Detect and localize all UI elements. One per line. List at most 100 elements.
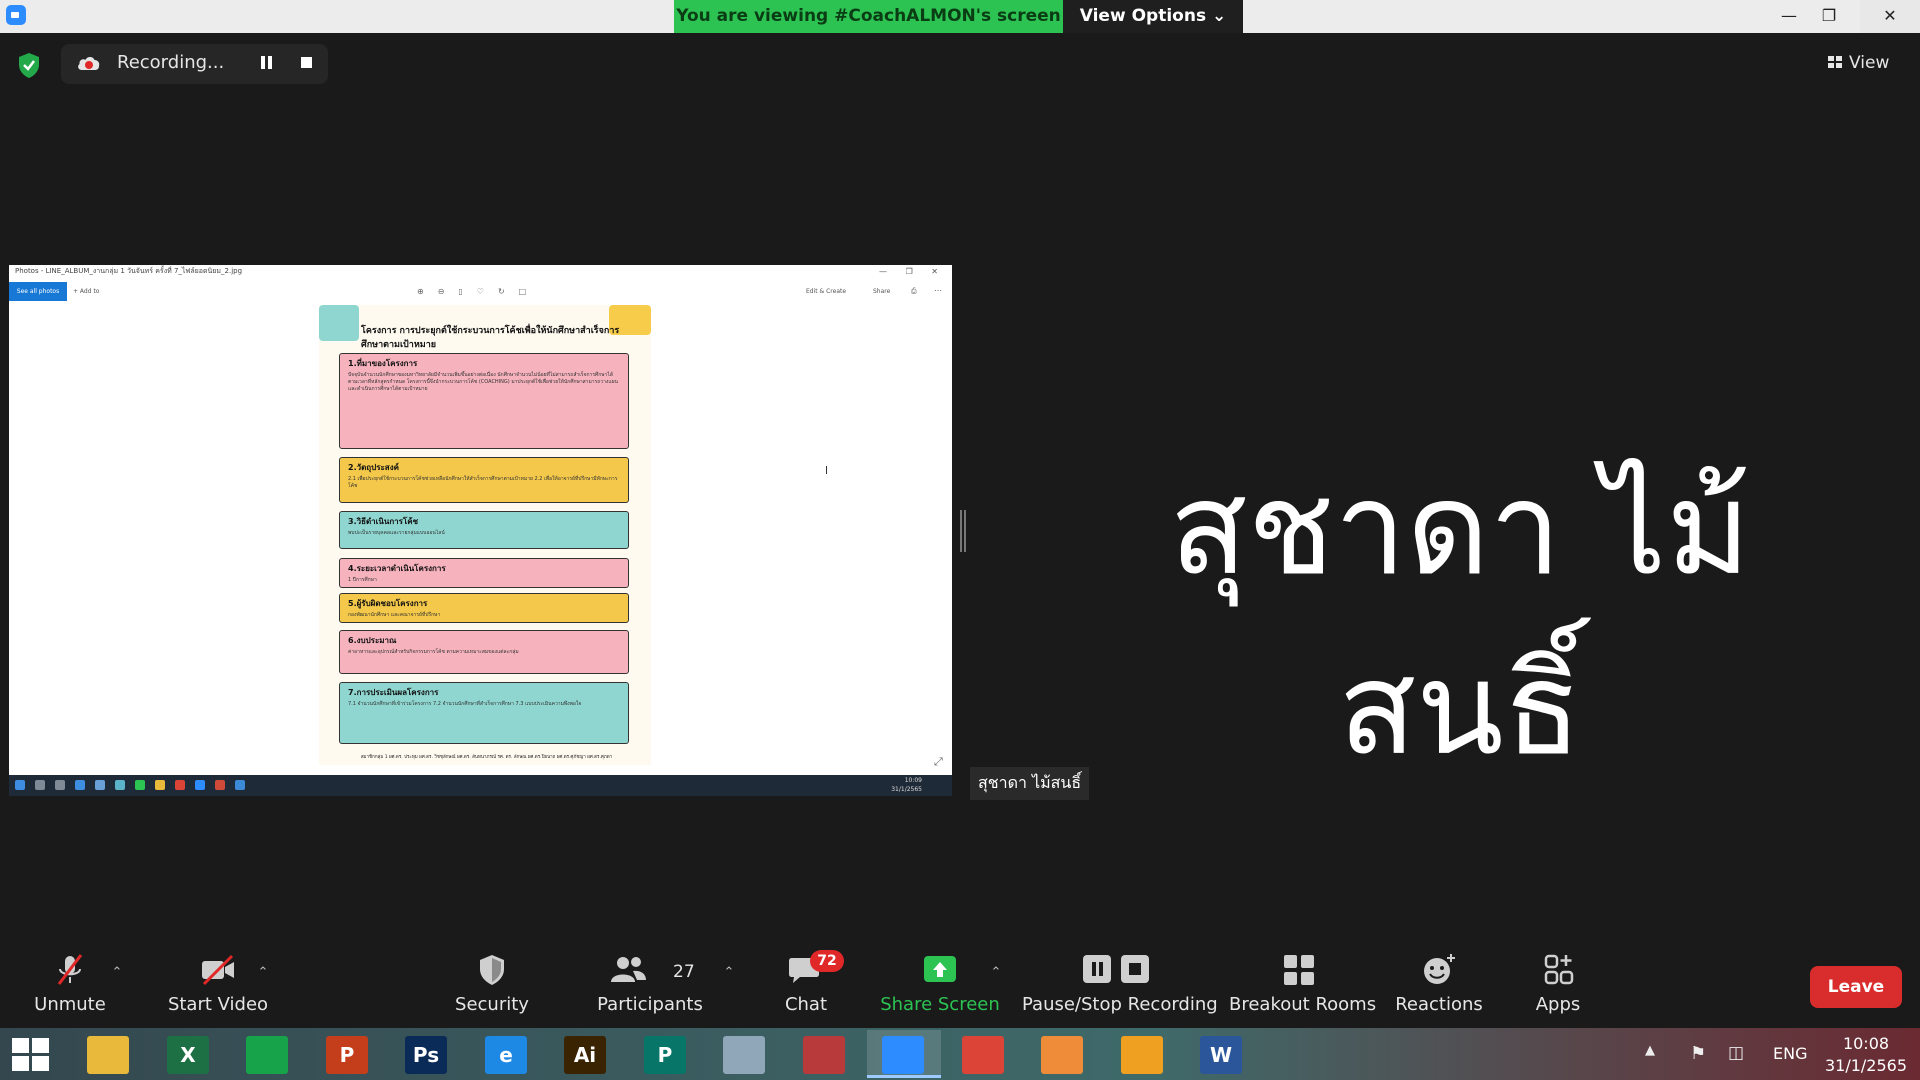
section-title: 1.ที่มาของโครงการ — [348, 359, 418, 368]
video-options-caret-icon[interactable]: ⌃ — [253, 963, 273, 983]
taskbar-time: 10:08 — [1842, 1034, 1890, 1053]
edit-create-button[interactable]: Edit & Create — [806, 282, 846, 301]
view-options-label: View Options — [1079, 6, 1207, 26]
section-body: พบปะเป็นรายบุคคลและรายกลุ่มแบบออนไลน์ — [348, 530, 445, 536]
taskbar-app-powerpoint[interactable]: P — [311, 1030, 385, 1078]
breakout-rooms-icon — [1284, 955, 1314, 985]
split-view-handle[interactable] — [960, 510, 966, 552]
word-icon: W — [1200, 1036, 1242, 1074]
participant-display-name: สุชาดา ไม้สนธิ์ — [1169, 455, 1751, 784]
taskbar-app-camera-app[interactable] — [1106, 1030, 1180, 1078]
photoshop-icon: Ps — [405, 1036, 447, 1074]
photos-window-controls: — ❐ ✕ — [879, 267, 946, 276]
section-title: 3.วิธีดำเนินการโค้ช — [348, 517, 419, 526]
pause-stop-recording-button[interactable]: Pause/Stop Recording — [1022, 952, 1218, 1015]
network-icon[interactable]: ◫ — [1728, 1043, 1744, 1063]
taskbar-clock[interactable]: 10:08 31/1/2565 — [1818, 1033, 1914, 1077]
photo-app-icon — [1041, 1036, 1083, 1074]
taskbar-app-internet-explorer[interactable]: e — [470, 1030, 544, 1078]
taskbar-app-chrome[interactable] — [947, 1030, 1021, 1078]
taskbar-app-word[interactable]: W — [1185, 1030, 1259, 1078]
action-center-flag-icon[interactable]: ⚑ — [1690, 1043, 1706, 1064]
grid-icon — [1828, 56, 1843, 69]
stop-recording-icon[interactable] — [296, 52, 318, 74]
zoom-icon — [882, 1036, 924, 1074]
show-hidden-icons-icon[interactable]: ▲ — [1645, 1043, 1655, 1058]
internet-explorer-icon: e — [485, 1036, 527, 1074]
taskbar-app-zoom[interactable] — [867, 1030, 941, 1078]
taskbar-app-photo-app[interactable] — [1026, 1030, 1100, 1078]
more-icon[interactable]: ⋯ — [934, 282, 942, 299]
participants-count: 27 — [673, 962, 695, 982]
taskbar-app-illustrator[interactable]: Ai — [549, 1030, 623, 1078]
decoration-blob — [319, 305, 359, 341]
print-icon[interactable]: ⎙ — [911, 282, 917, 301]
section-body: ปัจจุบันจำนวนนักศึกษาของมหาวิทยาลัยมีจำน… — [348, 372, 618, 392]
reactions-label: Reactions — [1395, 994, 1483, 1015]
reactions-button[interactable]: Reactions — [1394, 952, 1484, 1015]
section-body: กองพัฒนานักศึกษา และคณาจารย์ที่ปรึกษา — [348, 612, 441, 618]
view-label: View — [1849, 53, 1890, 73]
audio-options-caret-icon[interactable]: ⌃ — [107, 963, 127, 983]
share-screen-label: Share Screen — [880, 994, 1000, 1015]
chat-unread-badge: 72 — [810, 950, 844, 972]
illustrator-icon: Ai — [564, 1036, 606, 1074]
unmute-button[interactable]: Unmute — [30, 952, 110, 1015]
pause-stop-recording-label: Pause/Stop Recording — [1022, 994, 1218, 1015]
windows-start-icon[interactable] — [12, 1038, 52, 1072]
poster-footer: สมาชิกกลุ่ม 1 ผศ.ดร. ประทุม ผศ.ดร. วิชชุ… — [360, 755, 613, 760]
expand-icon[interactable]: ⤢ — [934, 755, 943, 769]
restore-button[interactable]: ❐ — [1806, 0, 1852, 33]
photos-window-title: Photos - LINE_ALBUM_งานกลุ่ม 1 วันจันทร์… — [9, 265, 952, 278]
close-button[interactable]: ✕ — [1860, 0, 1920, 33]
taskbar-app-photoshop[interactable]: Ps — [390, 1030, 464, 1078]
cloud-recording-icon — [78, 57, 100, 70]
shared-clock-time: 10:09 — [904, 777, 922, 784]
camera-app-icon — [1121, 1036, 1163, 1074]
section-title: 4.ระยะเวลาดำเนินโครงการ — [348, 564, 446, 573]
start-video-button[interactable]: Start Video — [158, 952, 278, 1015]
shared-screen[interactable]: Photos - LINE_ALBUM_งานกลุ่ม 1 วันจันทร์… — [9, 265, 952, 796]
taskbar-app-file-explorer[interactable] — [72, 1030, 146, 1078]
shared-taskbar-clock: 10:09 31/1/2565 — [891, 776, 922, 794]
file-explorer-icon — [87, 1036, 129, 1074]
photos-title-text: Photos - LINE_ALBUM_งานกลุ่ม 1 วันจันทร์… — [15, 267, 243, 275]
section-body: 7.1 จำนวนนักศึกษาที่เข้าร่วมโครงการ 7.2 … — [348, 701, 582, 707]
participants-options-caret-icon[interactable]: ⌃ — [719, 963, 739, 983]
section-title: 5.ผู้รับผิดชอบโครงการ — [348, 599, 428, 608]
shared-clock-date: 31/1/2565 — [891, 786, 922, 793]
taskbar-app-store[interactable] — [231, 1030, 305, 1078]
chevron-down-icon: ⌄ — [1212, 6, 1227, 26]
apps-icon — [1544, 954, 1574, 985]
apps-button[interactable]: Apps — [1518, 952, 1598, 1015]
view-options-button[interactable]: View Options ⌄ — [1063, 0, 1243, 33]
security-button[interactable]: Security — [452, 952, 532, 1015]
start-video-label: Start Video — [167, 994, 269, 1015]
taskbar-app-publisher[interactable]: P — [629, 1030, 703, 1078]
add-to-button[interactable]: + Add to — [73, 282, 99, 301]
project-poster: โครงการ การประยุกต์ใช้กระบวนการโค้ชเพื่อ… — [319, 305, 651, 765]
see-all-photos-button[interactable]: See all photos — [9, 282, 67, 301]
share-screen-icon — [924, 956, 956, 982]
participant-name-tag: สุชาดา ไม้สนธิ์ — [970, 767, 1090, 800]
taskbar-app-excel[interactable]: X — [152, 1030, 226, 1078]
breakout-rooms-button[interactable]: Breakout Rooms — [1229, 952, 1376, 1015]
share-screen-button[interactable]: Share Screen — [880, 952, 1000, 1015]
input-language[interactable]: ENG — [1773, 1044, 1807, 1063]
encryption-shield-icon[interactable] — [14, 50, 44, 80]
video-off-icon — [202, 954, 234, 986]
photos-toolbar: See all photos + Add to ⊕⊖▯♡↻□ Edit & Cr… — [9, 282, 952, 302]
powerpoint-icon: P — [326, 1036, 368, 1074]
security-label: Security — [455, 994, 529, 1015]
store-icon — [246, 1036, 288, 1074]
cursor-icon — [826, 466, 833, 474]
leave-button[interactable]: Leave — [1810, 966, 1902, 1008]
taskbar-app-pen-tool[interactable] — [708, 1030, 782, 1078]
pause-recording-icon[interactable] — [256, 52, 278, 74]
share-button-small[interactable]: Share — [873, 282, 890, 301]
share-options-caret-icon[interactable]: ⌃ — [986, 963, 1006, 983]
section-title: 7.การประเมินผลโครงการ — [348, 688, 439, 697]
chat-label: Chat — [784, 994, 828, 1015]
taskbar-app-photoscape[interactable] — [788, 1030, 862, 1078]
view-layout-button[interactable]: View — [1828, 48, 1908, 78]
